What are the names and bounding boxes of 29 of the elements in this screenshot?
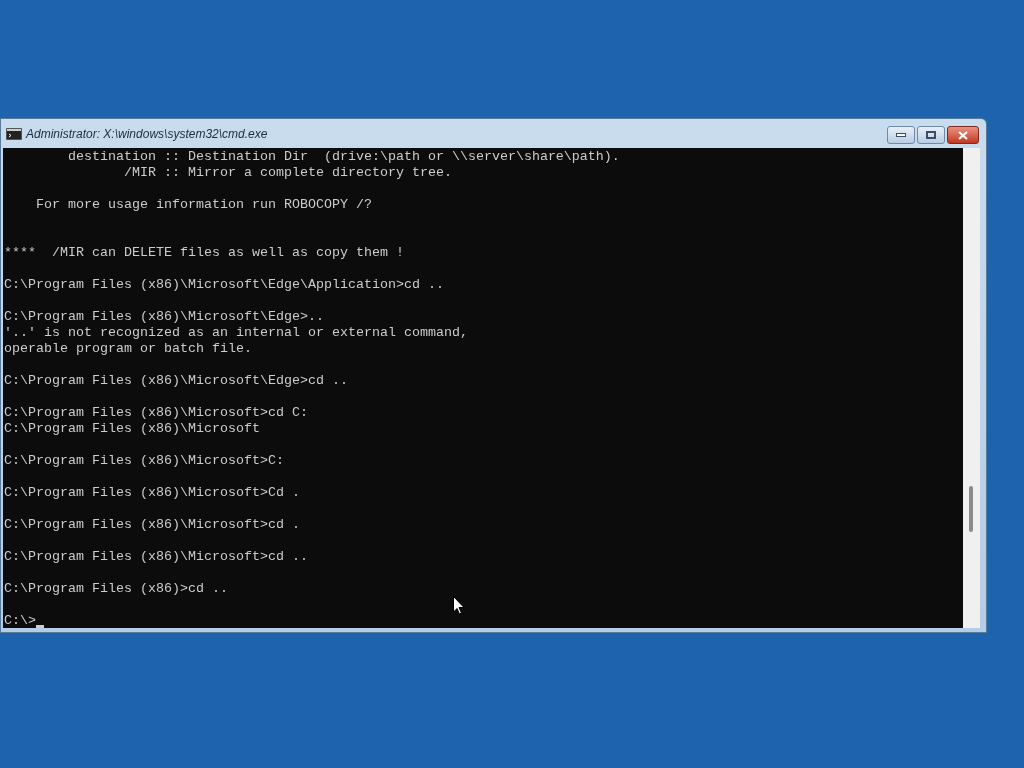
minimize-icon [896,133,906,137]
console-line: C:\Program Files (x86)>cd .. [4,581,228,597]
console-line: C:\Program Files (x86)\Microsoft>cd . [4,517,300,533]
console-line: C:\Program Files (x86)\Microsoft\Edge\Application>cd .. [4,277,444,293]
console-line: C:\Program Files (x86)\Microsoft\Edge>cd .. [4,373,348,389]
console-line: operable program or batch file. [4,341,252,357]
close-icon [958,130,968,140]
console-line: **** /MIR can DELETE files as well as copy them ! [4,245,404,261]
minimize-button[interactable] [887,126,915,144]
console-line: C:\Program Files (x86)\Microsoft>cd .. [4,549,308,565]
vertical-scrollbar[interactable] [963,148,980,628]
console-line: For more usage information run ROBOCOPY /? [35,197,372,213]
console-line: C:\Program Files (x86)\Microsoft>cd C: [4,405,308,421]
command-prompt: C:\> [4,613,36,628]
console-line: destination :: Destination Dir (drive:\path or \\server\share\path). [67,149,620,165]
console-icon [6,127,22,140]
console-line: C:\Program Files (x86)\Microsoft>C: [4,453,284,469]
console-line: C:\Program Files (x86)\Microsoft>Cd . [4,485,300,501]
close-button[interactable] [947,126,979,144]
text-cursor [36,625,44,628]
maximize-icon [926,131,936,139]
window-title: Administrator: X:\windows\system32\cmd.exe [26,125,268,143]
scrollbar-thumb[interactable] [969,486,973,532]
console-line: /MIR :: Mirror a complete directory tree. [122,165,452,181]
maximize-button[interactable] [917,126,945,144]
console-line: '..' is not recognized as an internal or external command, [4,325,468,341]
mouse-pointer-icon [453,596,465,615]
console-line: C:\Program Files (x86)\Microsoft [4,421,260,437]
console-line: C:\Program Files (x86)\Microsoft\Edge>.. [4,309,324,325]
